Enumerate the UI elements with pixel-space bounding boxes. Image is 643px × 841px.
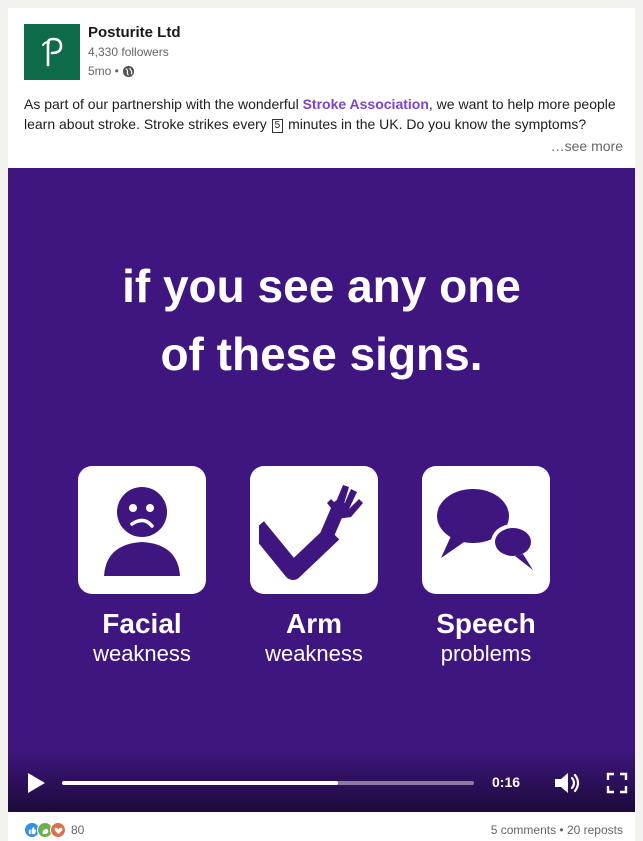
sign-title: Speech	[436, 608, 536, 639]
sign-title: Arm	[285, 608, 342, 639]
video-headline: if you see any one of these signs.	[8, 252, 635, 388]
video-player[interactable]: if you see any one of these signs. Facia…	[8, 168, 635, 812]
fullscreen-icon[interactable]	[606, 772, 628, 794]
sign-icon-box	[250, 466, 378, 594]
volume-icon[interactable]	[553, 772, 581, 794]
keycap-number: 5	[271, 119, 284, 133]
globe-icon	[122, 65, 134, 77]
sign-arm: Arm weakness	[240, 466, 388, 668]
post-text-part: minutes in the UK. Do you know the sympt…	[284, 116, 587, 132]
sign-icon-box	[422, 466, 550, 594]
progress-bar[interactable]	[62, 781, 474, 785]
posturite-logo-icon	[42, 37, 63, 67]
play-icon[interactable]	[26, 772, 46, 794]
post-text: As part of our partnership with the wond…	[24, 94, 624, 134]
reactions-summary[interactable]: 80	[24, 822, 84, 838]
post-text-part: As part of our partnership with the wond…	[24, 96, 303, 112]
sign-speech: Speech problems	[412, 466, 560, 668]
speech-bubbles-icon	[437, 489, 535, 570]
video-controls: 0:16	[8, 748, 635, 812]
company-logo[interactable]	[24, 24, 80, 80]
post-meta: 5mo •	[88, 64, 135, 78]
follower-count: 4,330 followers	[88, 45, 169, 59]
mention-link[interactable]: Stroke Association	[303, 96, 429, 112]
headline-line-2: of these signs.	[160, 328, 483, 380]
sad-face-icon	[104, 487, 180, 576]
sign-title: Facial	[102, 608, 182, 639]
progress-fill	[62, 781, 339, 785]
sign-subtitle: problems	[440, 641, 532, 666]
love-reaction-icon	[50, 822, 66, 838]
see-more-link[interactable]: …see more	[551, 138, 623, 154]
sign-icon-box	[78, 466, 206, 594]
reaction-count: 80	[71, 823, 85, 837]
post-age: 5mo •	[88, 64, 119, 78]
sign-facial: Facial weakness	[68, 466, 216, 668]
post-header: Posturite Ltd 4,330 followers 5mo •	[24, 18, 584, 80]
sign-subtitle: weakness	[265, 641, 363, 666]
headline-line-1: if you see any one	[122, 260, 521, 312]
comments-reposts-count[interactable]: 5 comments • 20 reposts	[491, 823, 623, 837]
sign-subtitle: weakness	[93, 641, 191, 666]
social-footer: 80 5 comments • 20 reposts	[8, 820, 635, 840]
raised-arm-icon	[259, 485, 363, 580]
feed-post-card: Posturite Ltd 4,330 followers 5mo • As p…	[8, 8, 635, 841]
company-name[interactable]: Posturite Ltd	[88, 24, 181, 41]
playback-time: 0:16	[492, 774, 521, 790]
